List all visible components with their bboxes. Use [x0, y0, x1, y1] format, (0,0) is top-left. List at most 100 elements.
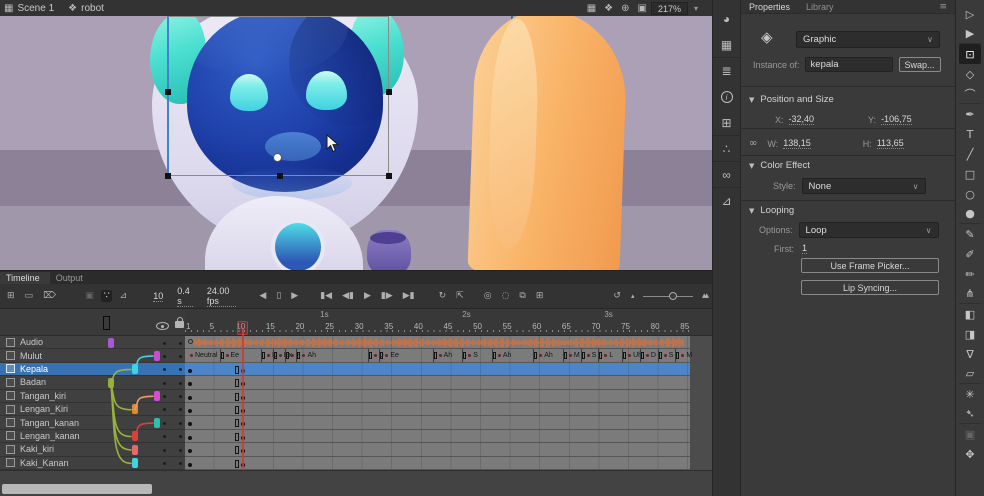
scene-breadcrumb[interactable]: Scene 1 [17, 3, 54, 14]
viseme-empty-keyframe[interactable] [262, 352, 265, 359]
lip-syncing-button[interactable]: Lip Syncing... [801, 280, 939, 295]
elapsed-time-value[interactable]: 0.4 s [177, 286, 193, 307]
viseme-keyframe-dot[interactable] [374, 354, 377, 357]
style-dropdown[interactable]: None ∨ [802, 178, 926, 194]
robot-hand-object[interactable] [367, 230, 411, 270]
viseme-keyframe-dot[interactable] [587, 354, 590, 357]
empty-keyframe[interactable] [235, 446, 239, 454]
swap-button[interactable]: Swap... [899, 57, 941, 72]
delete-layer-button[interactable]: ⌦ [40, 290, 59, 302]
info-panel-icon[interactable]: i [713, 84, 740, 110]
empty-keyframe[interactable] [235, 406, 239, 414]
link-width-height-icon[interactable]: ∞ [749, 138, 757, 149]
tab-properties[interactable]: Properties [741, 2, 798, 12]
tab-output[interactable]: Output [50, 272, 93, 284]
selection-handle-left[interactable] [165, 89, 171, 95]
selection-handle-bottom-left[interactable] [165, 173, 171, 179]
keyframe-dot[interactable] [188, 409, 192, 413]
viseme-empty-keyframe[interactable] [493, 352, 496, 359]
viseme-empty-keyframe[interactable] [463, 352, 466, 359]
instance-name-field[interactable]: kepala [805, 57, 893, 72]
hand-tool[interactable]: ✥ [959, 444, 981, 464]
viseme-keyframe-dot[interactable] [385, 354, 388, 357]
position-size-section-header[interactable]: ▼ Position and Size [741, 94, 955, 105]
keyframe-dot[interactable] [188, 436, 192, 440]
eyedropper-tool[interactable]: ∇ [959, 344, 981, 364]
color-effect-section-header[interactable]: ▼ Color Effect [741, 160, 955, 171]
graph-editor-button[interactable]: ⊿ [116, 290, 130, 302]
keyframe-dot[interactable] [188, 449, 192, 453]
viseme-keyframe-dot[interactable] [628, 354, 631, 357]
keyframe-dot[interactable] [188, 396, 192, 400]
playhead-back-button[interactable]: ◀ [256, 290, 269, 302]
text-tool[interactable]: T [959, 124, 981, 144]
viseme-empty-keyframe[interactable] [369, 352, 372, 359]
rectangle-tool[interactable]: □ [959, 164, 981, 184]
viseme-empty-keyframe[interactable] [659, 352, 662, 359]
edit-multiple-frames-button[interactable]: ⧉ [516, 290, 528, 302]
free-transform-tool[interactable]: ⊡ [959, 44, 981, 64]
frame-row-Kaki_Kanan[interactable] [185, 457, 690, 470]
next-frame-button[interactable]: ▮▶ [378, 290, 396, 302]
empty-keyframe[interactable] [235, 393, 239, 401]
viseme-empty-keyframe[interactable] [582, 352, 585, 359]
viseme-keyframe-dot[interactable] [302, 354, 305, 357]
viseme-keyframe-dot[interactable] [279, 354, 282, 357]
onion-skin-button[interactable]: ◎ [481, 290, 495, 302]
viseme-empty-keyframe[interactable] [434, 352, 437, 359]
viseme-empty-keyframe[interactable] [286, 352, 289, 359]
h-value[interactable]: 113,65 [877, 138, 904, 149]
clip-range-button[interactable]: ⇱ [453, 290, 467, 302]
transformation-point[interactable] [273, 153, 282, 162]
tab-library[interactable]: Library [798, 2, 842, 12]
playhead-forward-button[interactable]: ▶ [288, 290, 301, 302]
viseme-keyframe-dot[interactable] [498, 354, 501, 357]
ink-bottle-tool[interactable]: ◨ [959, 324, 981, 344]
use-frame-picker-button[interactable]: Use Frame Picker... [801, 258, 939, 273]
swatches-panel-icon[interactable]: ▦ [713, 32, 740, 58]
align-panel-icon[interactable]: ≣ [713, 58, 740, 84]
empty-keyframe[interactable] [235, 366, 239, 374]
modify-markers-button[interactable]: ⊞ [533, 290, 547, 302]
frame-row-Lengan_Kiri[interactable] [185, 403, 690, 416]
viseme-empty-keyframe[interactable] [380, 352, 383, 359]
selection-tool[interactable]: ▷ [959, 4, 981, 24]
selection-handle-bottom-center[interactable] [277, 173, 283, 179]
x-value[interactable]: -32,40 [789, 114, 815, 125]
symbol-behavior-dropdown[interactable]: Graphic ∨ [796, 31, 940, 48]
first-frame-value[interactable]: 1 [802, 243, 807, 254]
loop-options-dropdown[interactable]: Loop ∨ [799, 222, 939, 238]
new-folder-button[interactable]: ▭ [22, 290, 37, 302]
lasso-tool[interactable]: ⌒ [959, 84, 981, 104]
keyframe-dot[interactable] [188, 422, 192, 426]
w-value[interactable]: 138,15 [783, 138, 811, 149]
reset-timeline-zoom-icon[interactable]: ↺ [610, 290, 624, 302]
pin-tool[interactable]: ➴ [959, 404, 981, 424]
frame-row-Badan[interactable] [185, 376, 690, 389]
playhead-marker-button[interactable]: ▯ [273, 290, 284, 302]
pencil-tool[interactable]: ✎ [959, 224, 981, 244]
eraser-tool[interactable]: ▱ [959, 364, 981, 384]
selection-handle-right[interactable] [386, 89, 392, 95]
viseme-keyframe-dot[interactable] [569, 354, 572, 357]
edit-symbol-icon[interactable]: ❖ [604, 3, 613, 14]
frame-row-Lengan_kanan[interactable] [185, 430, 690, 443]
tab-timeline[interactable]: Timeline [0, 272, 50, 284]
frames-area[interactable]: 15101520253035404550556065707580851s2s3s… [185, 309, 712, 470]
frame-rate-value[interactable]: 24.00 fps [207, 286, 237, 307]
show-hide-all-icon[interactable] [156, 322, 169, 330]
frame-row-Mulut[interactable]: NeutralEeDExFAhDEeAhSAhAhMSLUhDSM [185, 349, 690, 362]
parenting-view-button[interactable]: ∵ [101, 290, 113, 302]
viseme-keyframe-dot[interactable] [226, 354, 229, 357]
empty-keyframe[interactable] [235, 460, 239, 468]
frame-row-Tangan_kiri[interactable] [185, 390, 690, 403]
asset-warp-tool[interactable]: ✳ [959, 384, 981, 404]
orange-character-limb[interactable] [467, 16, 628, 270]
loop-playback-button[interactable]: ↻ [436, 290, 450, 302]
viseme-keyframe-dot[interactable] [439, 354, 442, 357]
viseme-empty-keyframe[interactable] [564, 352, 567, 359]
gradient-transform-tool[interactable]: ◇ [959, 64, 981, 84]
cc-libraries-panel-icon[interactable]: ∞ [713, 162, 740, 188]
pen-tool[interactable]: ✒ [959, 104, 981, 124]
selection-handle-bottom-right[interactable] [386, 173, 392, 179]
